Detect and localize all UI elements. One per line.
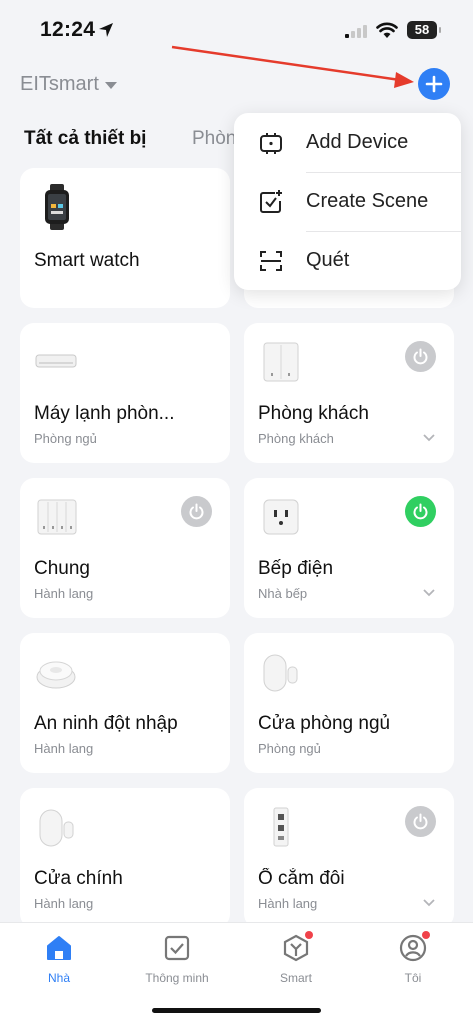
device-card-main-door[interactable]: Cửa chính Hành lang xyxy=(20,788,230,928)
notification-badge xyxy=(422,931,430,939)
device-card-power-strip[interactable]: Ổ cắm đôi Hành lang xyxy=(244,788,454,928)
power-icon xyxy=(413,813,428,830)
device-room: Hành lang xyxy=(258,896,318,911)
home-selector[interactable]: EITsmart xyxy=(20,73,117,96)
menu-item-label: Add Device xyxy=(306,131,409,153)
power-button[interactable] xyxy=(405,496,436,527)
device-room: Hành lang xyxy=(34,586,94,601)
device-card-living-room[interactable]: Phòng khách Phòng khách xyxy=(244,323,454,463)
checkbox-icon xyxy=(164,935,190,961)
tab-all-devices[interactable]: Tất cả thiết bị xyxy=(24,128,146,150)
cellular-signal-icon xyxy=(345,24,367,38)
device-name: An ninh đột nhập xyxy=(34,713,178,734)
chevron-down-icon[interactable] xyxy=(422,898,436,908)
device-room: Hành lang xyxy=(34,896,94,911)
smartwatch-icon xyxy=(45,184,69,230)
nav-item-smart[interactable]: Smart xyxy=(241,931,351,985)
add-device-icon xyxy=(260,132,282,154)
nav-label: Smart xyxy=(279,971,312,985)
menu-item-label: Create Scene xyxy=(306,190,429,212)
nav-item-smart-scenes[interactable]: Thông minh xyxy=(122,933,232,985)
home-indicator xyxy=(152,1008,321,1013)
power-icon xyxy=(413,503,428,520)
menu-item-scan[interactable]: Quét xyxy=(234,231,461,290)
status-time: 12:24 xyxy=(40,18,96,41)
device-card-chung[interactable]: Chung Hành lang xyxy=(20,478,230,618)
device-name: Smart watch xyxy=(34,250,140,271)
device-name: Chung xyxy=(34,558,90,579)
device-card-smart-watch[interactable]: Smart watch xyxy=(20,168,230,308)
menu-item-add-device[interactable]: Add Device xyxy=(234,113,461,172)
power-button[interactable] xyxy=(181,496,212,527)
tab-rooms[interactable]: Phòn xyxy=(192,128,236,150)
motion-sensor-icon xyxy=(36,661,76,689)
nav-item-profile[interactable]: Tôi xyxy=(358,931,468,985)
power-icon xyxy=(189,503,204,520)
device-card-motion-sensor[interactable]: An ninh đột nhập Hành lang xyxy=(20,633,230,773)
device-card-air-conditioner[interactable]: Máy lạnh phòn... Phòng ngủ xyxy=(20,323,230,463)
door-sensor-icon xyxy=(263,654,298,692)
plus-icon xyxy=(425,75,443,93)
nav-label: Thông minh xyxy=(145,971,209,985)
home-icon xyxy=(47,936,71,960)
device-room: Phòng ngủ xyxy=(258,741,321,756)
add-menu: Add Device Create Scene Quét xyxy=(234,113,461,290)
device-name: Cửa chính xyxy=(34,868,123,889)
chevron-down-icon[interactable] xyxy=(422,433,436,443)
nav-item-home[interactable]: Nhà xyxy=(4,933,114,985)
wall-switch-icon xyxy=(263,342,299,382)
device-room: Nhà bếp xyxy=(258,586,308,601)
wifi-icon xyxy=(376,22,398,38)
chevron-down-icon[interactable] xyxy=(422,588,436,598)
device-name: Phòng khách xyxy=(258,403,369,424)
device-name: Bếp điện xyxy=(258,558,334,579)
device-card-kitchen-plug[interactable]: Bếp điện Nhà bếp xyxy=(244,478,454,618)
device-name: Ổ cắm đôi xyxy=(258,868,345,889)
battery-indicator: 58 xyxy=(407,21,441,39)
scan-icon xyxy=(260,250,282,271)
power-icon xyxy=(413,348,428,365)
device-card-bedroom-door[interactable]: Cửa phòng ngủ Phòng ngủ xyxy=(244,633,454,773)
device-room: Phòng ngủ xyxy=(34,431,97,446)
device-room: Hành lang xyxy=(34,741,94,756)
caret-down-icon xyxy=(104,82,117,89)
power-button[interactable] xyxy=(405,341,436,372)
status-bar: 12:24 58 xyxy=(0,0,473,64)
power-strip-icon xyxy=(273,807,289,847)
power-button[interactable] xyxy=(405,806,436,837)
triple-switch-icon xyxy=(37,499,77,535)
device-room: Phòng khách xyxy=(258,431,334,446)
profile-icon xyxy=(398,931,430,963)
create-scene-icon xyxy=(260,189,282,213)
device-name: Máy lạnh phòn... xyxy=(34,403,175,424)
smart-hex-icon xyxy=(281,931,313,963)
device-name: Cửa phòng ngủ xyxy=(258,713,391,734)
add-button[interactable] xyxy=(418,68,450,100)
air-conditioner-icon xyxy=(35,354,77,368)
smart-plug-icon xyxy=(263,499,299,535)
menu-item-create-scene[interactable]: Create Scene xyxy=(234,172,461,231)
door-sensor-icon xyxy=(39,809,74,847)
nav-label: Nhà xyxy=(47,971,70,985)
location-arrow-icon xyxy=(99,23,113,37)
nav-label: Tôi xyxy=(404,971,422,985)
home-name: EITsmart xyxy=(20,73,99,95)
menu-item-label: Quét xyxy=(306,249,350,271)
notification-badge xyxy=(305,931,313,939)
